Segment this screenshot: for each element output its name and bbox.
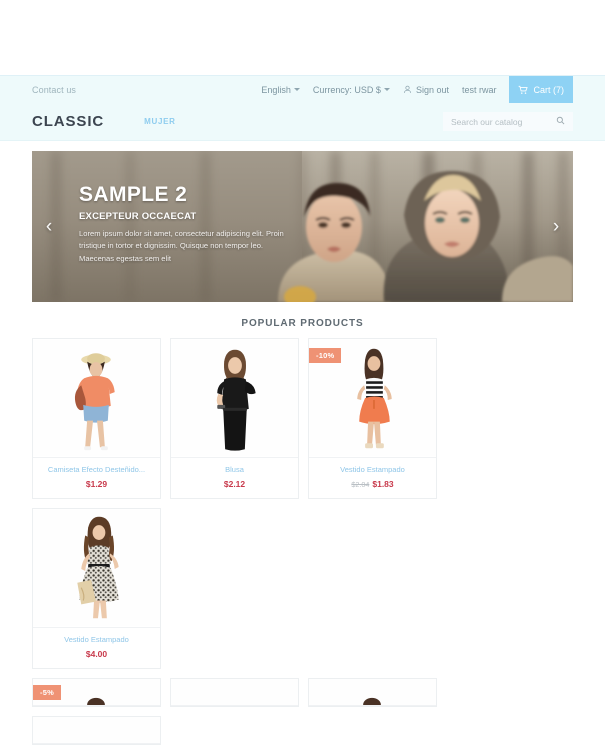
product-info: Vestido Estampado $2.04 $1.83: [309, 458, 436, 498]
currency-selector[interactable]: Currency: USD $: [313, 85, 390, 95]
product-card[interactable]: -5%: [32, 678, 161, 707]
product-image[interactable]: [33, 717, 160, 744]
carousel-next-button[interactable]: ›: [545, 216, 567, 238]
discount-badge: -10%: [309, 348, 342, 363]
cart-button[interactable]: Cart (7): [509, 76, 573, 103]
product-card[interactable]: [170, 678, 299, 707]
topbar-right-group: English Currency: USD $ Sign out test rw…: [248, 76, 573, 103]
main-navigation: MUJER: [144, 117, 176, 126]
product-card[interactable]: [32, 716, 161, 745]
language-label: English: [261, 84, 291, 95]
product-grid-row-2: -5%: [32, 678, 573, 745]
site-header: CLASSIC MUJER: [0, 103, 605, 141]
product-name[interactable]: Vestido Estampado: [37, 635, 156, 644]
carousel-subtitle: EXCEPTEUR OCCAECAT: [79, 211, 197, 222]
user-icon: [403, 85, 412, 94]
product-price: $1.29: [85, 479, 108, 489]
product-card[interactable]: Vestido Estampado $4.00: [32, 508, 161, 669]
currency-label: Currency: USD $: [312, 84, 381, 95]
chevron-down-icon: [293, 88, 300, 91]
site-logo[interactable]: CLASSIC: [32, 113, 104, 130]
nav-item-mujer[interactable]: MUJER: [144, 117, 176, 126]
product-sale-price: $1.83: [372, 479, 394, 489]
carousel-area: SAMPLE 2 EXCEPTEUR OCCAECAT Lorem ipsum …: [0, 141, 605, 302]
account-name-link[interactable]: test rwar: [462, 85, 497, 95]
search-input[interactable]: [443, 115, 553, 128]
discount-badge: -5%: [33, 685, 61, 700]
product-name[interactable]: Vestido Estampado: [313, 465, 432, 474]
product-name[interactable]: Camiseta Efecto Desteñido...: [37, 465, 156, 474]
sign-out-link[interactable]: Sign out: [403, 85, 449, 95]
product-grid: Camiseta Efecto Desteñido... $1.29 Blusa…: [32, 338, 573, 669]
product-price: $4.00: [85, 649, 108, 659]
product-info: Blusa $2.12: [171, 458, 298, 498]
contact-us-link[interactable]: Contact us: [32, 85, 76, 95]
search-box[interactable]: [443, 112, 573, 131]
blank-top-strip: [0, 0, 605, 75]
storefront-page: Contact us English Currency: USD $ Sign …: [0, 0, 605, 745]
product-card[interactable]: Camiseta Efecto Desteñido... $1.29: [32, 338, 161, 499]
cart-label: Cart (7): [533, 84, 564, 95]
product-image[interactable]: [171, 339, 298, 458]
search-icon[interactable]: [556, 116, 565, 125]
product-image[interactable]: [171, 679, 298, 706]
product-image[interactable]: [33, 339, 160, 458]
product-image[interactable]: [33, 509, 160, 628]
chevron-down-icon: [383, 88, 390, 91]
product-price: $2.12: [223, 479, 246, 489]
product-image[interactable]: [309, 679, 436, 706]
product-info: Camiseta Efecto Desteñido... $1.29: [33, 458, 160, 498]
sign-out-label: Sign out: [415, 84, 449, 95]
carousel-caption: SAMPLE 2 EXCEPTEUR OCCAECAT Lorem ipsum …: [79, 184, 294, 265]
account-name-label: test rwar: [461, 84, 497, 95]
carousel-prev-button[interactable]: ‹: [38, 216, 60, 238]
top-utility-bar: Contact us English Currency: USD $ Sign …: [0, 75, 605, 103]
popular-products-title: POPULAR PRODUCTS: [241, 318, 364, 329]
product-card[interactable]: [308, 678, 437, 707]
language-selector[interactable]: English: [261, 85, 300, 95]
carousel-body: Lorem ipsum dolor sit amet, consectetur …: [79, 229, 284, 263]
product-card[interactable]: Blusa $2.12: [170, 338, 299, 499]
product-info: Vestido Estampado $4.00: [33, 628, 160, 668]
product-old-price: $2.04: [351, 480, 370, 489]
cart-icon: [518, 85, 529, 95]
product-name[interactable]: Blusa: [175, 465, 294, 474]
hero-carousel[interactable]: SAMPLE 2 EXCEPTEUR OCCAECAT Lorem ipsum …: [32, 151, 573, 302]
product-price: $2.04 $1.83: [313, 479, 432, 489]
product-card[interactable]: -10% Vestido Estampado $2.04 $1.83: [308, 338, 437, 499]
carousel-title: SAMPLE 2: [79, 183, 188, 206]
